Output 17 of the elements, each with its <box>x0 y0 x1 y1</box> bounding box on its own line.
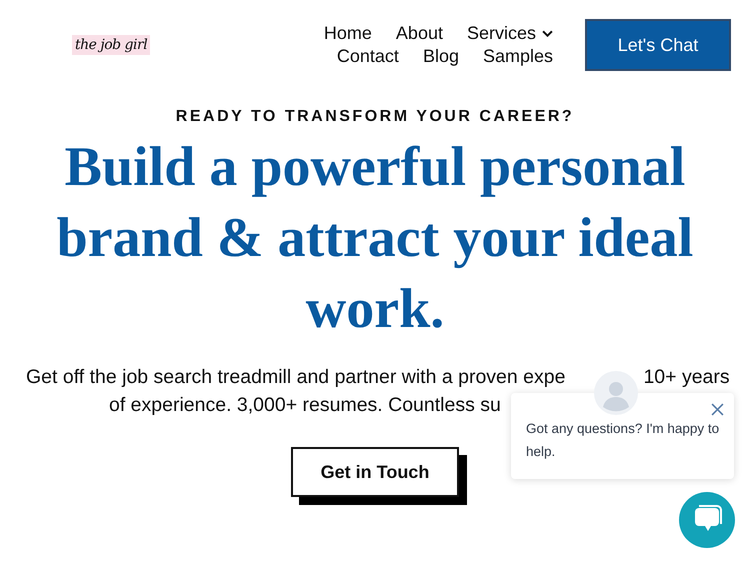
intro-text: 10+ years <box>643 365 730 390</box>
nav-link[interactable]: Samples <box>482 46 553 67</box>
chat-bubble-icon[interactable] <box>679 492 735 548</box>
headline: Build a powerful personal brand & attract your ideal work. <box>56 135 694 342</box>
avatar-icon <box>594 371 638 415</box>
lets-chat-button[interactable]: Let's Chat <box>585 19 731 71</box>
eyebrow-text: READY TO TRANSFORM YOUR CAREER? <box>174 108 576 126</box>
close-icon[interactable] <box>711 403 724 416</box>
intro-text: Get off the job search treadmill and partner with a proven expe <box>26 365 566 390</box>
nav-link[interactable]: About <box>396 23 443 44</box>
nav-link[interactable]: Home <box>324 23 372 44</box>
chat-message: Got any questions? I'm happy to help. <box>526 420 720 461</box>
nav-link[interactable]: Blog <box>422 46 459 67</box>
nav-link[interactable]: Services <box>466 23 553 44</box>
logo[interactable]: the job girl <box>72 35 150 55</box>
intro-text: of experience. 3,000+ resumes. Countless su <box>109 393 501 418</box>
nav-link[interactable]: Contact <box>336 46 399 67</box>
